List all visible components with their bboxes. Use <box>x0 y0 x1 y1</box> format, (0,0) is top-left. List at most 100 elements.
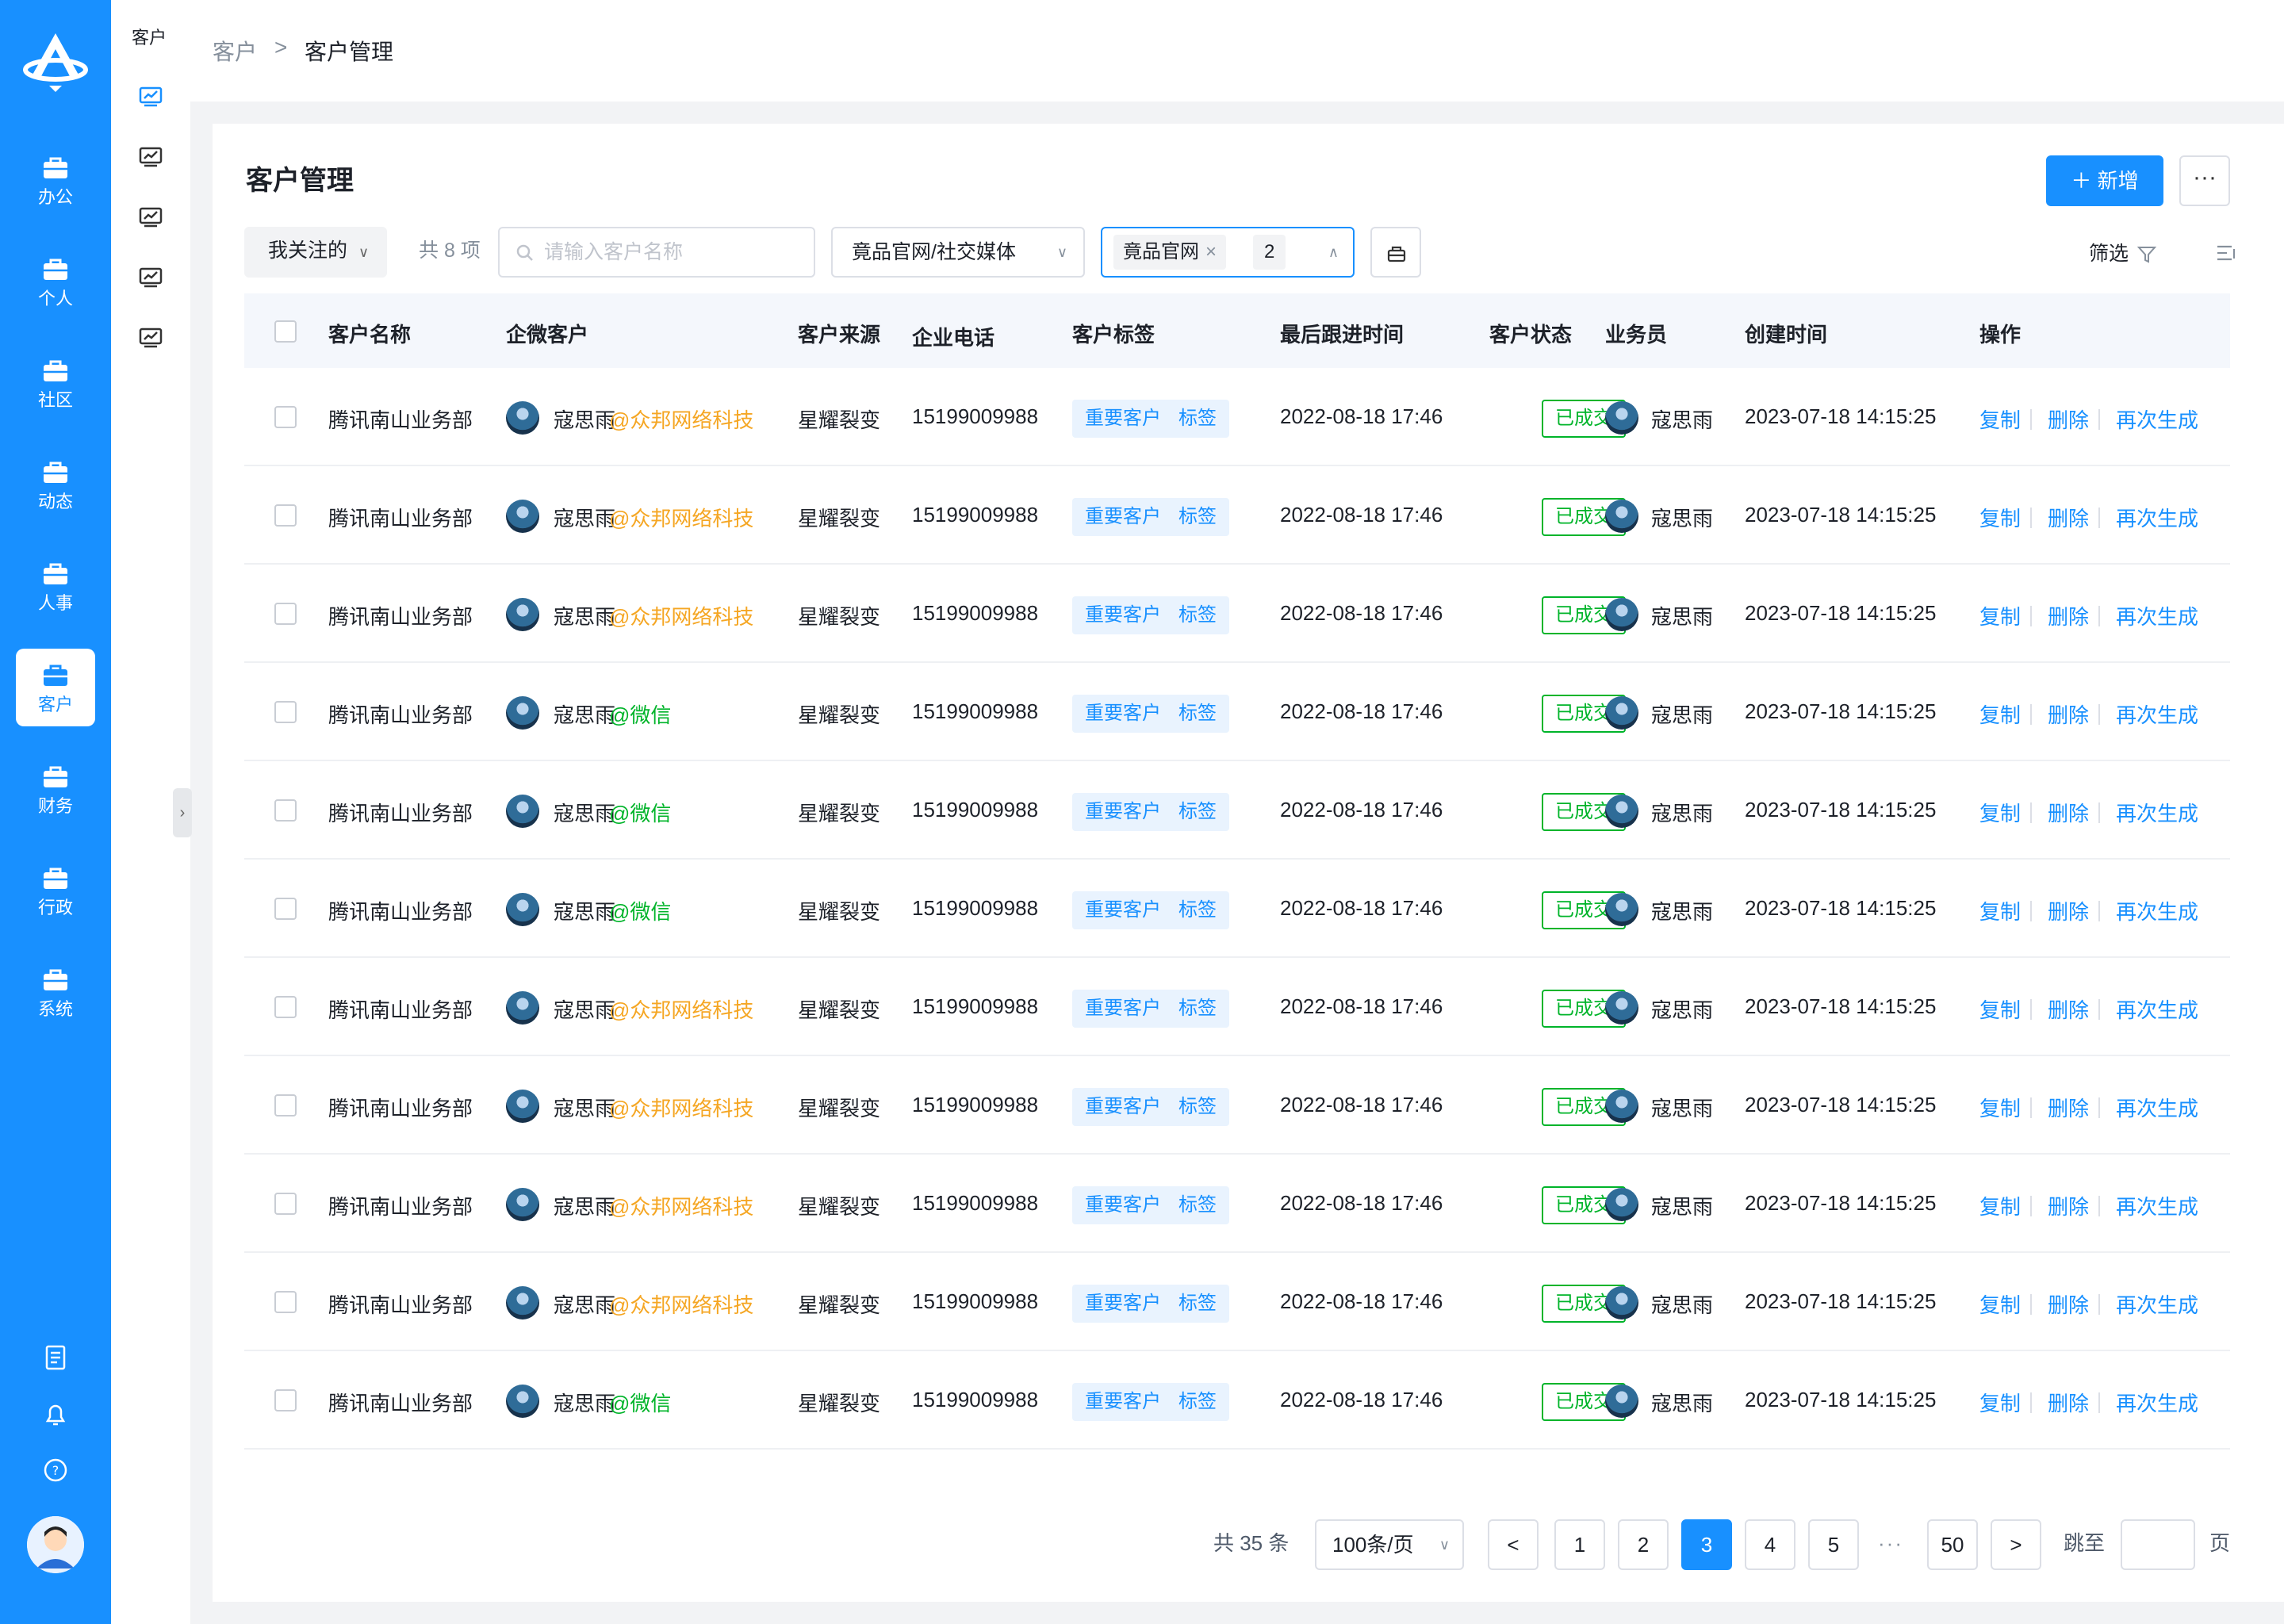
table-row[interactable]: 腾讯南山业务部 寇思雨 @微信 星耀裂变 15199009988 重要客户 标签 2022-0… <box>244 663 2230 761</box>
customer-name[interactable]: 腾讯南山业务部 <box>328 896 473 925</box>
delete-link[interactable]: 删除 <box>2048 601 2089 630</box>
page-button[interactable]: 3 <box>1681 1519 1732 1570</box>
select-all-checkbox[interactable] <box>274 320 297 343</box>
regenerate-link[interactable]: 再次生成 <box>2116 1191 2198 1220</box>
copy-link[interactable]: 复制 <box>1979 601 2021 630</box>
chart-monitor-icon[interactable] <box>138 146 163 168</box>
help-icon[interactable]: ? <box>41 1456 70 1484</box>
filter-button[interactable]: 筛选 <box>2089 238 2157 266</box>
export-button[interactable] <box>1370 227 1421 278</box>
sidebar-item[interactable]: 办公 <box>16 141 95 219</box>
regenerate-link[interactable]: 再次生成 <box>2116 994 2198 1024</box>
close-icon[interactable]: × <box>1205 241 1217 262</box>
pagination-ellipsis[interactable]: ··· <box>1878 1519 1903 1570</box>
page-button[interactable]: 5 <box>1808 1519 1859 1570</box>
row-checkbox[interactable] <box>274 701 297 723</box>
customer-name[interactable]: 腾讯南山业务部 <box>328 699 473 729</box>
delete-link[interactable]: 删除 <box>2048 1191 2089 1220</box>
table-row[interactable]: 腾讯南山业务部 寇思雨 @众邦网络科技 星耀裂变 15199009988 重要客户 标签 20… <box>244 1253 2230 1351</box>
copy-link[interactable]: 复制 <box>1979 1093 2021 1122</box>
sidebar-item[interactable]: 动态 <box>16 446 95 523</box>
copy-link[interactable]: 复制 <box>1979 503 2021 532</box>
row-checkbox[interactable] <box>274 1291 297 1313</box>
document-icon[interactable] <box>41 1343 70 1372</box>
table-row[interactable]: 腾讯南山业务部 寇思雨 @众邦网络科技 星耀裂变 15199009988 重要客户 标签 20… <box>244 368 2230 466</box>
row-checkbox[interactable] <box>274 1389 297 1411</box>
table-row[interactable]: 腾讯南山业务部 寇思雨 @众邦网络科技 星耀裂变 15199009988 重要客户 标签 20… <box>244 466 2230 565</box>
page-button[interactable]: 4 <box>1745 1519 1795 1570</box>
page-button[interactable]: 2 <box>1618 1519 1669 1570</box>
user-avatar[interactable] <box>27 1516 84 1573</box>
page-size-select[interactable]: 100条/页 ∨ <box>1315 1519 1464 1570</box>
table-row[interactable]: 腾讯南山业务部 寇思雨 @微信 星耀裂变 15199009988 重要客户 标签 2022-0… <box>244 1351 2230 1450</box>
copy-link[interactable]: 复制 <box>1979 896 2021 925</box>
row-checkbox[interactable] <box>274 1193 297 1215</box>
regenerate-link[interactable]: 再次生成 <box>2116 699 2198 729</box>
next-page-button[interactable]: > <box>1991 1519 2041 1570</box>
delete-link[interactable]: 删除 <box>2048 1093 2089 1122</box>
customer-name[interactable]: 腾讯南山业务部 <box>328 798 473 827</box>
row-checkbox[interactable] <box>274 996 297 1018</box>
delete-link[interactable]: 删除 <box>2048 896 2089 925</box>
row-checkbox[interactable] <box>274 603 297 625</box>
sidebar-item[interactable]: 行政 <box>16 852 95 929</box>
chart-monitor-icon[interactable] <box>138 86 163 108</box>
copy-link[interactable]: 复制 <box>1979 699 2021 729</box>
regenerate-link[interactable]: 再次生成 <box>2116 404 2198 434</box>
delete-link[interactable]: 删除 <box>2048 699 2089 729</box>
customer-name[interactable]: 腾讯南山业务部 <box>328 1388 473 1417</box>
row-checkbox[interactable] <box>274 406 297 428</box>
focus-filter-dropdown[interactable]: 我关注的 ∨ <box>244 227 387 278</box>
search-input[interactable]: 请输入客户名称 <box>498 227 815 278</box>
delete-link[interactable]: 删除 <box>2048 503 2089 532</box>
regenerate-link[interactable]: 再次生成 <box>2116 896 2198 925</box>
customer-name[interactable]: 腾讯南山业务部 <box>328 503 473 532</box>
copy-link[interactable]: 复制 <box>1979 404 2021 434</box>
chart-monitor-icon[interactable] <box>138 266 163 289</box>
chart-monitor-icon[interactable] <box>138 206 163 228</box>
page-button[interactable]: 1 <box>1554 1519 1605 1570</box>
jump-page-input[interactable] <box>2121 1519 2195 1570</box>
regenerate-link[interactable]: 再次生成 <box>2116 601 2198 630</box>
bell-icon[interactable] <box>41 1400 70 1429</box>
sidebar-item[interactable]: 客户 <box>16 649 95 726</box>
row-checkbox[interactable] <box>274 504 297 527</box>
delete-link[interactable]: 删除 <box>2048 798 2089 827</box>
copy-link[interactable]: 复制 <box>1979 1191 2021 1220</box>
row-checkbox[interactable] <box>274 1094 297 1116</box>
regenerate-link[interactable]: 再次生成 <box>2116 798 2198 827</box>
delete-link[interactable]: 删除 <box>2048 994 2089 1024</box>
customer-name[interactable]: 腾讯南山业务部 <box>328 1289 473 1319</box>
app-logo[interactable] <box>21 29 90 97</box>
sidebar-item[interactable]: 社区 <box>16 344 95 422</box>
delete-link[interactable]: 删除 <box>2048 1388 2089 1417</box>
copy-link[interactable]: 复制 <box>1979 994 2021 1024</box>
sidebar-item[interactable]: 人事 <box>16 547 95 625</box>
chart-monitor-icon[interactable] <box>138 327 163 349</box>
customer-name[interactable]: 腾讯南山业务部 <box>328 1093 473 1122</box>
add-customer-button[interactable]: ＋ 新增 <box>2046 155 2163 206</box>
source-filter-dropdown[interactable]: 竟品官网/社交媒体 ∨ <box>831 227 1085 278</box>
sidebar-item[interactable]: 系统 <box>16 953 95 1031</box>
sidebar-item[interactable]: 财务 <box>16 750 95 828</box>
customer-name[interactable]: 腾讯南山业务部 <box>328 404 473 434</box>
copy-link[interactable]: 复制 <box>1979 1388 2021 1417</box>
customer-name[interactable]: 腾讯南山业务部 <box>328 994 473 1024</box>
collapse-handle[interactable]: › <box>173 788 192 837</box>
delete-link[interactable]: 删除 <box>2048 1289 2089 1319</box>
sidebar-item[interactable]: 个人 <box>16 243 95 320</box>
regenerate-link[interactable]: 再次生成 <box>2116 1289 2198 1319</box>
column-settings-icon[interactable] <box>2214 241 2238 265</box>
table-row[interactable]: 腾讯南山业务部 寇思雨 @众邦网络科技 星耀裂变 15199009988 重要客户 标签 20… <box>244 958 2230 1056</box>
table-row[interactable]: 腾讯南山业务部 寇思雨 @微信 星耀裂变 15199009988 重要客户 标签 2022-0… <box>244 761 2230 860</box>
table-row[interactable]: 腾讯南山业务部 寇思雨 @众邦网络科技 星耀裂变 15199009988 重要客户 标签 20… <box>244 1155 2230 1253</box>
breadcrumb-parent[interactable]: 客户 <box>213 35 257 67</box>
more-button[interactable]: ··· <box>2179 155 2230 206</box>
delete-link[interactable]: 删除 <box>2048 404 2089 434</box>
regenerate-link[interactable]: 再次生成 <box>2116 1093 2198 1122</box>
customer-name[interactable]: 腾讯南山业务部 <box>328 1191 473 1220</box>
prev-page-button[interactable]: < <box>1488 1519 1539 1570</box>
regenerate-link[interactable]: 再次生成 <box>2116 1388 2198 1417</box>
page-button-last[interactable]: 50 <box>1927 1519 1978 1570</box>
row-checkbox[interactable] <box>274 799 297 822</box>
